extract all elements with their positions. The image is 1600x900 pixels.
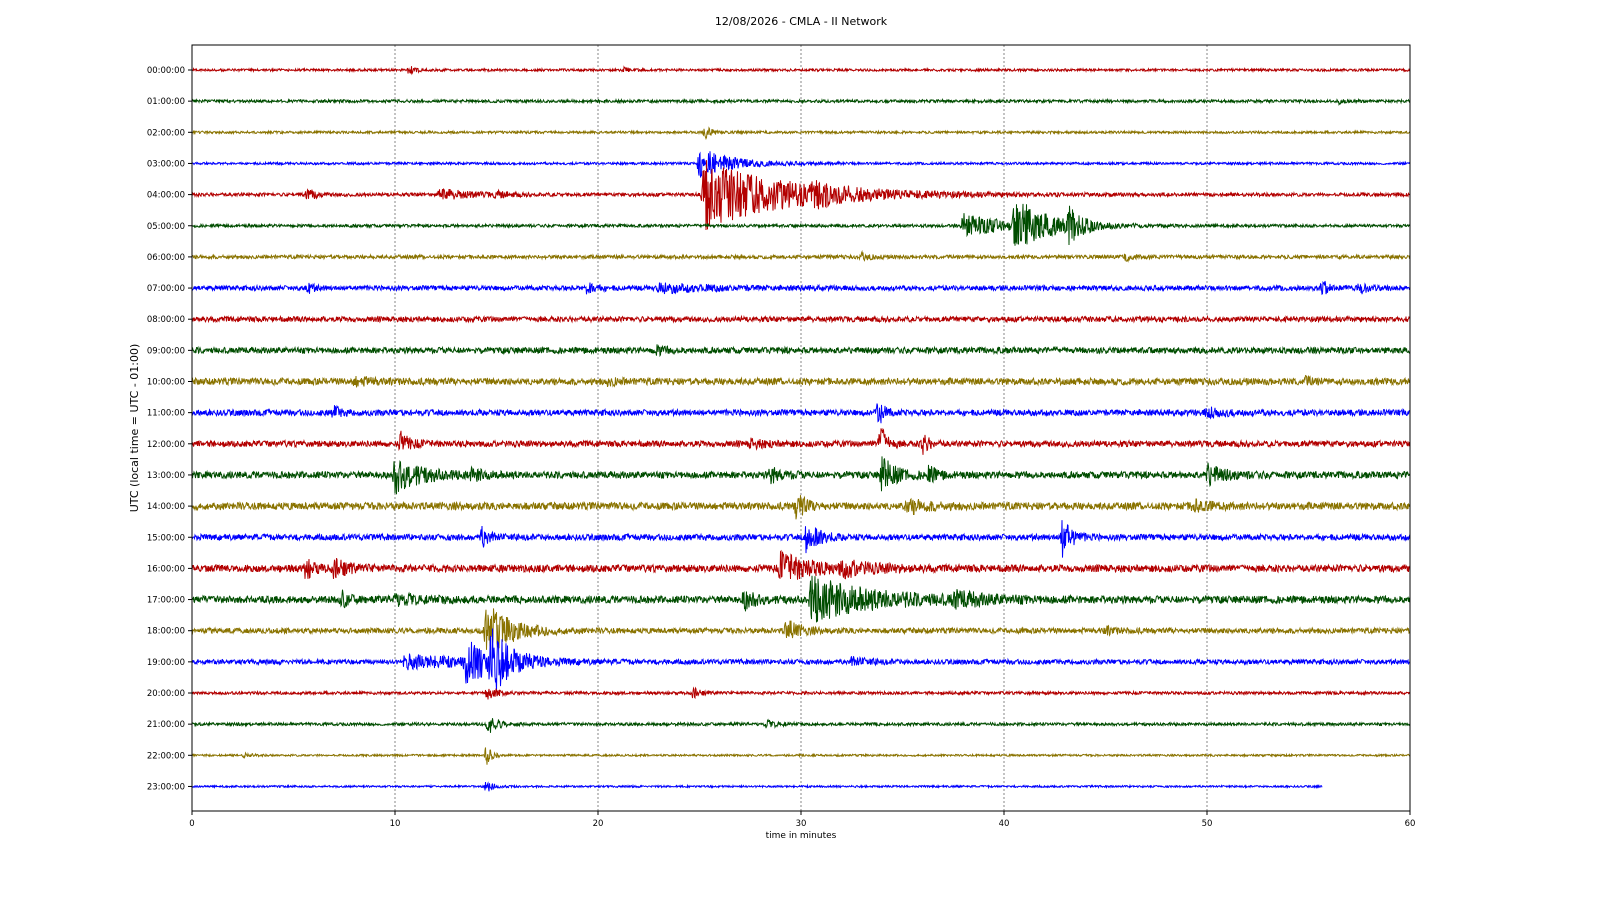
x-axis-label: time in minutes [766, 831, 837, 841]
y-tick-label: 12:00:00 [147, 440, 185, 450]
trace-23h [191, 781, 1323, 792]
y-tick-label: 04:00:00 [147, 191, 185, 201]
x-tick-labels: 0 10 20 30 40 50 60 [189, 811, 1415, 829]
y-tick-labels: 00:00:00 01:00:00 02:00:00 03:00:00 04:00:00… [147, 66, 192, 792]
y-tick-label: 19:00:00 [147, 658, 185, 668]
y-tick-label: 03:00:00 [147, 159, 185, 169]
y-tick-label: 15:00:00 [147, 533, 185, 543]
x-tick-label: 10 [390, 819, 401, 829]
x-tick-label: 30 [796, 819, 807, 829]
y-tick-label: 10:00:00 [147, 378, 185, 388]
y-axis-label: UTC (local time = UTC - 01:00) [128, 344, 141, 513]
x-tick-label: 40 [999, 819, 1010, 829]
trace-00h [191, 65, 1411, 76]
y-tick-label: 11:00:00 [147, 409, 185, 419]
y-tick-label: 23:00:00 [147, 782, 185, 792]
y-tick-label: 17:00:00 [147, 596, 185, 606]
y-tick-label: 16:00:00 [147, 564, 185, 574]
x-tick-label: 50 [1202, 819, 1213, 829]
trace-14h [191, 495, 1411, 520]
y-tick-label: 20:00:00 [147, 689, 185, 699]
y-tick-label: 01:00:00 [147, 97, 185, 107]
y-tick-label: 22:00:00 [147, 751, 185, 761]
y-tick-label: 13:00:00 [147, 471, 185, 481]
y-tick-label: 14:00:00 [147, 502, 185, 512]
seismogram-plot: 12/08/2026 - CMLA - II Network 00:00:000… [128, 15, 1415, 841]
x-tick-label: 60 [1405, 819, 1416, 829]
x-tick-label: 0 [189, 819, 194, 829]
y-tick-label: 00:00:00 [147, 66, 185, 76]
y-tick-label: 02:00:00 [147, 128, 185, 138]
plot-frame [191, 44, 1411, 812]
trace-16h [191, 549, 1411, 580]
y-tick-label: 09:00:00 [147, 346, 185, 356]
y-tick-label: 06:00:00 [147, 253, 185, 263]
y-tick-label: 18:00:00 [147, 627, 185, 637]
y-tick-label: 08:00:00 [147, 315, 185, 325]
y-tick-label: 21:00:00 [147, 720, 185, 730]
grid-lines [394, 45, 1208, 811]
x-tick-label: 20 [593, 819, 604, 829]
y-tick-label: 07:00:00 [147, 284, 185, 294]
y-tick-label: 05:00:00 [147, 222, 185, 232]
chart-title: 12/08/2026 - CMLA - II Network [715, 15, 888, 28]
